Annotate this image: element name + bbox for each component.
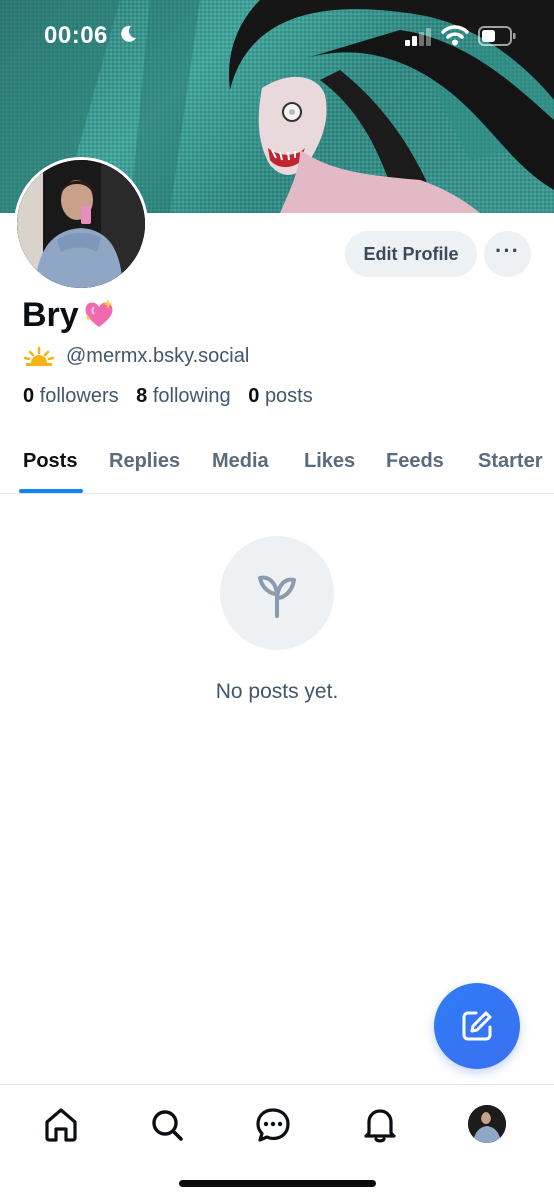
ellipsis-icon: ··· (495, 238, 520, 263)
user-handle[interactable]: @mermx.bsky.social (66, 345, 249, 368)
display-name: Bry (22, 296, 79, 334)
tab-feeds[interactable]: Feeds (386, 450, 444, 473)
moon-icon (121, 25, 136, 42)
following-link[interactable]: 8 following (136, 385, 231, 407)
sunrise-emoji (24, 346, 54, 366)
sparkling-heart-emoji (84, 299, 113, 327)
profile-avatar[interactable] (14, 157, 148, 291)
tab-media[interactable]: Media (212, 450, 269, 473)
tab-replies[interactable]: Replies (109, 450, 180, 473)
more-options-button[interactable]: ··· (484, 231, 531, 277)
bell-icon[interactable] (360, 1105, 400, 1145)
profile-stats: 0 followers 8 following 0 posts (23, 385, 313, 408)
home-indicator (179, 1180, 376, 1187)
status-bar: 00:06 (0, 0, 554, 72)
home-icon[interactable] (41, 1105, 81, 1145)
active-tab-indicator (19, 489, 83, 493)
tab-starter[interactable]: Starter (478, 450, 542, 473)
search-icon[interactable] (147, 1105, 187, 1145)
battery-icon (478, 26, 516, 46)
status-time: 00:06 (44, 22, 108, 49)
empty-state-badge (220, 536, 334, 650)
followers-link[interactable]: 0 followers (23, 385, 119, 407)
profile-avatar-tab[interactable] (468, 1105, 506, 1143)
wifi-icon (441, 25, 469, 46)
cellular-signal-icon (405, 28, 431, 46)
compose-icon (462, 1011, 492, 1041)
chat-icon[interactable] (253, 1105, 293, 1145)
sprout-icon (258, 575, 296, 618)
edit-profile-button[interactable]: Edit Profile (345, 231, 477, 277)
empty-state-message: No posts yet. (215, 680, 339, 703)
compose-post-button[interactable] (434, 983, 520, 1069)
avatar-image (17, 160, 145, 288)
handle-row: @mermx.bsky.social (24, 343, 249, 369)
profile-tabs: Posts Replies Media Likes Feeds Starter (0, 430, 554, 494)
tab-likes[interactable]: Likes (304, 450, 355, 473)
tab-posts[interactable]: Posts (23, 450, 77, 473)
posts-count: 0 posts (248, 385, 313, 407)
